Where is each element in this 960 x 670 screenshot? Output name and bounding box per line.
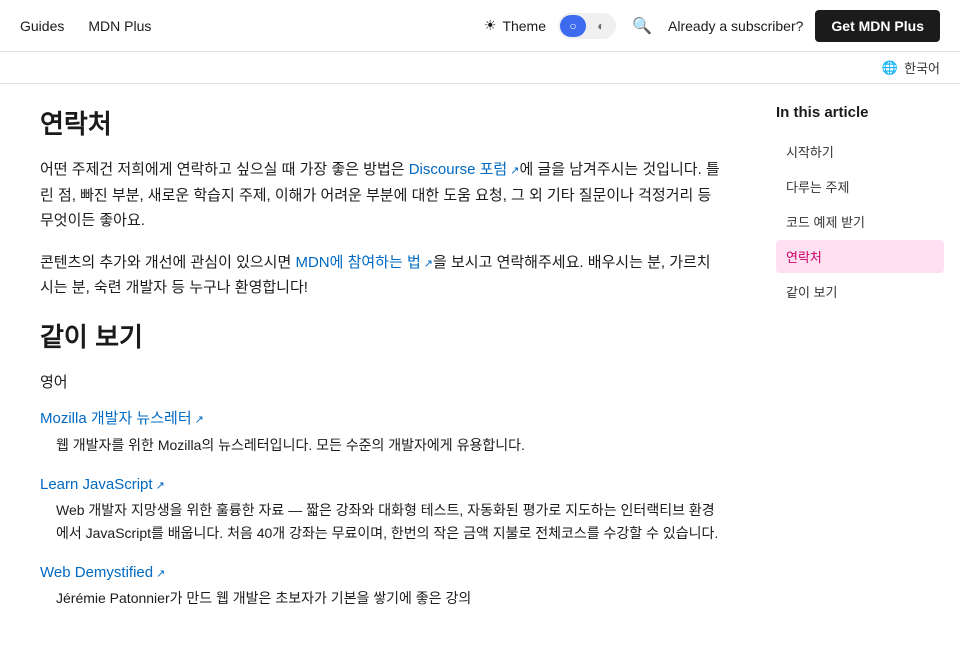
see-also-title: 같이 보기 xyxy=(40,317,720,354)
mdn-plus-button[interactable]: Get MDN Plus xyxy=(815,10,940,42)
resource-3: Web Demystified Jérémie Patonnier가 만드 웹 … xyxy=(40,564,720,609)
sun-icon: ☀ xyxy=(484,17,497,34)
contact-title: 연락처 xyxy=(40,104,720,141)
nav-mdn-plus[interactable]: MDN Plus xyxy=(88,18,151,34)
discourse-link[interactable]: Discourse 포럼 xyxy=(409,161,520,178)
lang-english-label: 영어 xyxy=(40,370,720,396)
subscriber-link[interactable]: Already a subscriber? xyxy=(668,18,803,34)
learn-js-desc: Web 개발자 지망생을 위한 훌륭한 자료 — 짧은 강좌와 대화형 테스트,… xyxy=(40,499,720,544)
mdn-contribute-link[interactable]: MDN에 참여하는 법 xyxy=(295,254,433,271)
search-button[interactable]: 🔍 xyxy=(628,12,656,40)
learn-js-link[interactable]: Learn JavaScript xyxy=(40,476,165,493)
contact-para2: 콘텐츠의 추가와 개선에 관심이 있으시면 MDN에 참여하는 법을 보시고 연… xyxy=(40,250,720,301)
theme-light-btn[interactable]: ○ xyxy=(560,15,586,37)
see-also-section: 같이 보기 영어 Mozilla 개발자 뉴스레터 웹 개발자를 위한 Mozi… xyxy=(40,317,720,610)
contact-section: 연락처 어떤 주제건 저희에게 연락하고 싶으실 때 가장 좋은 방법은 Dis… xyxy=(40,104,720,301)
search-icon: 🔍 xyxy=(632,16,652,36)
sidebar-item-start[interactable]: 시작하기 xyxy=(776,135,944,168)
header: Guides MDN Plus ☀ Theme ○ ◐ 🔍 Already a … xyxy=(0,0,960,52)
sidebar: In this article 시작하기 다루는 주제 코드 예제 받기 연락처… xyxy=(760,84,960,652)
main-content: 연락처 어떤 주제건 저희에게 연락하고 싶으실 때 가장 좋은 방법은 Dis… xyxy=(0,84,760,670)
theme-label: Theme xyxy=(502,18,546,34)
mozilla-newsletter-desc: 웹 개발자를 위한 Mozilla의 뉴스레터입니다. 모든 수준의 개발자에게… xyxy=(40,434,720,456)
sidebar-title: In this article xyxy=(776,104,944,121)
lang-label[interactable]: 한국어 xyxy=(904,58,940,77)
sidebar-item-see-also[interactable]: 같이 보기 xyxy=(776,275,944,308)
theme-dark-btn[interactable]: ◐ xyxy=(588,15,614,37)
mozilla-newsletter-link[interactable]: Mozilla 개발자 뉴스레터 xyxy=(40,410,204,427)
sidebar-item-topics[interactable]: 다루는 주제 xyxy=(776,170,944,203)
resource-1: Mozilla 개발자 뉴스레터 웹 개발자를 위한 Mozilla의 뉴스레터… xyxy=(40,407,720,456)
nav-guides[interactable]: Guides xyxy=(20,18,64,34)
web-demystified-link[interactable]: Web Demystified xyxy=(40,564,165,581)
main-nav: Guides MDN Plus xyxy=(20,18,151,34)
web-demystified-desc: Jérémie Patonnier가 만드 웹 개발은 초보자가 기본을 쌓기에… xyxy=(40,587,720,609)
header-actions: ☀ Theme ○ ◐ 🔍 Already a subscriber? Get … xyxy=(484,10,940,42)
theme-button[interactable]: ☀ Theme xyxy=(484,17,546,34)
lang-bar: 🌐 한국어 xyxy=(0,52,960,84)
page-layout: 연락처 어떤 주제건 저희에게 연락하고 싶으실 때 가장 좋은 방법은 Dis… xyxy=(0,84,960,670)
globe-icon: 🌐 xyxy=(882,60,898,76)
resource-2: Learn JavaScript Web 개발자 지망생을 위한 훌륭한 자료 … xyxy=(40,476,720,544)
sidebar-item-contact[interactable]: 연락처 xyxy=(776,240,944,273)
contact-para1: 어떤 주제건 저희에게 연락하고 싶으실 때 가장 좋은 방법은 Discour… xyxy=(40,157,720,234)
theme-toggle-group: ○ ◐ xyxy=(558,13,616,39)
sidebar-item-code[interactable]: 코드 예제 받기 xyxy=(776,205,944,238)
